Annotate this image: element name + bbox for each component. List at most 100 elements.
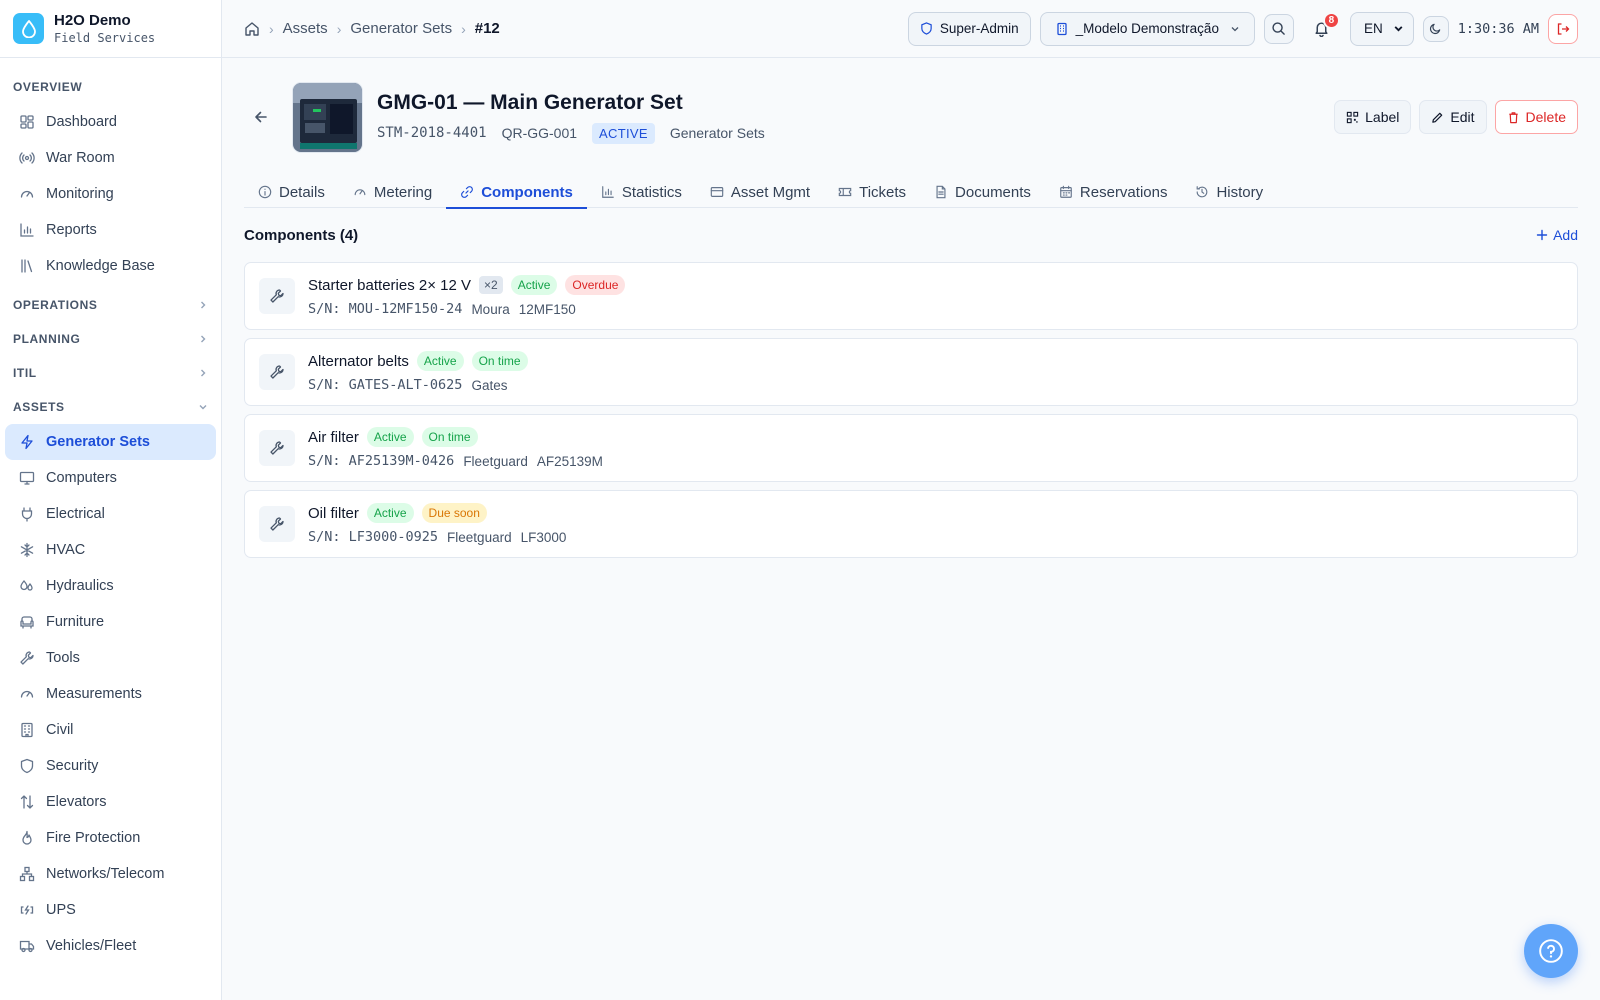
sidebar: H2O Demo Field Services OVERVIEW Dashboa… [0,0,222,1000]
back-button[interactable] [246,109,276,125]
pencil-icon [1431,111,1444,124]
tab-details[interactable]: Details [244,176,339,208]
sidebar-item-vehicles-fleet[interactable]: Vehicles/Fleet [5,928,216,964]
add-component-button[interactable]: Add [1536,227,1578,243]
sidebar-item-label: Vehicles/Fleet [46,938,137,954]
sidebar-item-electrical[interactable]: Electrical [5,496,216,532]
sidebar-item-war-room[interactable]: War Room [5,140,216,176]
tab-asset-mgmt[interactable]: Asset Mgmt [696,176,824,208]
sidebar-item-computers[interactable]: Computers [5,460,216,496]
sidebar-item-hvac[interactable]: HVAC [5,532,216,568]
tab-reservations[interactable]: Reservations [1045,176,1182,208]
asset-header: GMG-01 — Main Generator Set STM-2018-440… [244,58,1578,176]
tenant-selector[interactable]: _Modelo Demonstração [1039,11,1255,46]
delete-button[interactable]: Delete [1494,100,1578,134]
sidebar-item-monitoring[interactable]: Monitoring [5,176,216,212]
building-icon [19,722,35,738]
sidebar-item-civil[interactable]: Civil [5,712,216,748]
component-card[interactable]: Oil filter Active Due soon S/N: LF3000-0925… [244,490,1578,558]
calendar-icon [1059,185,1073,199]
sidebar-item-knowledge-base[interactable]: Knowledge Base [5,248,216,284]
search-button[interactable] [1263,13,1294,44]
tab-label: History [1216,183,1264,201]
wrench-icon [19,650,35,666]
snowflake-icon [19,542,35,558]
component-status-badge: Active [366,427,414,447]
edit-button-text: Edit [1450,109,1475,125]
gauge-icon [353,185,367,199]
sidebar-item-label: Knowledge Base [46,258,155,274]
section-assets[interactable]: ASSETS [0,390,221,424]
component-name: Starter batteries 2× 12 V [308,276,472,294]
section-itil[interactable]: ITIL [0,356,221,390]
component-due-badge: On time [421,427,478,447]
breadcrumb-category[interactable]: Generator Sets [350,20,452,37]
breadcrumb-separator: › [336,20,342,37]
component-model: 12MF150 [518,301,576,317]
sidebar-item-reports[interactable]: Reports [5,212,216,248]
tab-metering[interactable]: Metering [339,176,446,208]
components-list: Starter batteries 2× 12 V ×2 Active Overdue… [244,262,1578,558]
history-icon [1195,185,1209,199]
label-button-text: Label [1365,109,1400,125]
plus-icon [1536,229,1548,241]
label-button[interactable]: Label [1334,100,1412,134]
sidebar-item-generator-sets[interactable]: Generator Sets [5,424,216,460]
section-planning[interactable]: PLANNING [0,322,221,356]
notifications-button[interactable]: 8 [1307,11,1340,44]
component-card[interactable]: Air filter Active On time S/N: AF25139M-042… [244,414,1578,482]
flame-icon [19,830,35,846]
notification-count-badge: 8 [1322,11,1340,29]
component-serial: S/N: MOU-12MF150-24 [308,301,463,317]
sidebar-item-security[interactable]: Security [5,748,216,784]
tab-components[interactable]: Components [446,176,587,209]
qr-code-icon [1346,111,1359,124]
help-button[interactable] [1524,924,1578,978]
logout-button[interactable] [1548,13,1578,44]
component-card[interactable]: Starter batteries 2× 12 V ×2 Active Overdue… [244,262,1578,330]
role-badge[interactable]: Super-Admin [907,11,1031,46]
sidebar-item-measurements[interactable]: Measurements [5,676,216,712]
asset-tabs: Details Metering Components Statistics Asset… [244,176,1578,209]
edit-button[interactable]: Edit [1419,100,1487,134]
section-operations[interactable]: OPERATIONS [0,288,221,322]
sidebar-item-elevators[interactable]: Elevators [5,784,216,820]
components-panel: Components (4) Add Starter batteries 2× … [244,208,1578,558]
sidebar-item-label: Dashboard [46,114,117,130]
tab-label: Components [481,183,573,201]
chevron-right-icon [198,368,208,378]
credit-card-icon [710,185,724,199]
language-select[interactable]: EN [1349,11,1414,46]
sidebar-item-furniture[interactable]: Furniture [5,604,216,640]
chevron-down-icon [1393,23,1404,34]
asset-thumbnail[interactable] [292,81,363,153]
sidebar-item-hydraulics[interactable]: Hydraulics [5,568,216,604]
tenant-label: _Modelo Demonstração [1075,21,1219,36]
theme-toggle[interactable] [1422,15,1449,42]
tab-history[interactable]: History [1181,176,1277,208]
sidebar-item-label: Electrical [46,506,105,522]
clock: 1:30:36 AM [1457,20,1539,37]
shield-icon [920,22,933,35]
breadcrumb-assets[interactable]: Assets [283,20,328,37]
tab-label: Reservations [1079,183,1168,201]
component-card[interactable]: Alternator belts Active On time S/N: GATES-… [244,338,1578,406]
tab-tickets[interactable]: Tickets [824,176,920,208]
gauge-icon [19,186,35,202]
home-icon[interactable] [244,21,260,37]
generator-image-icon [293,82,362,152]
tab-statistics[interactable]: Statistics [587,176,696,208]
tab-documents[interactable]: Documents [920,176,1045,208]
sidebar-item-fire-protection[interactable]: Fire Protection [5,820,216,856]
sidebar-item-label: Measurements [46,686,142,702]
component-serial: S/N: AF25139M-0426 [308,453,455,469]
sidebar-item-dashboard[interactable]: Dashboard [5,104,216,140]
wrench-icon [259,506,295,542]
sidebar-item-tools[interactable]: Tools [5,640,216,676]
brand[interactable]: H2O Demo Field Services [0,0,221,58]
breadcrumb: › Assets › Generator Sets › #12 [244,20,500,37]
section-operations-title: OPERATIONS [13,298,98,312]
sidebar-item-label: Monitoring [46,186,114,202]
sidebar-item-networks-telecom[interactable]: Networks/Telecom [5,856,216,892]
sidebar-item-ups[interactable]: UPS [5,892,216,928]
